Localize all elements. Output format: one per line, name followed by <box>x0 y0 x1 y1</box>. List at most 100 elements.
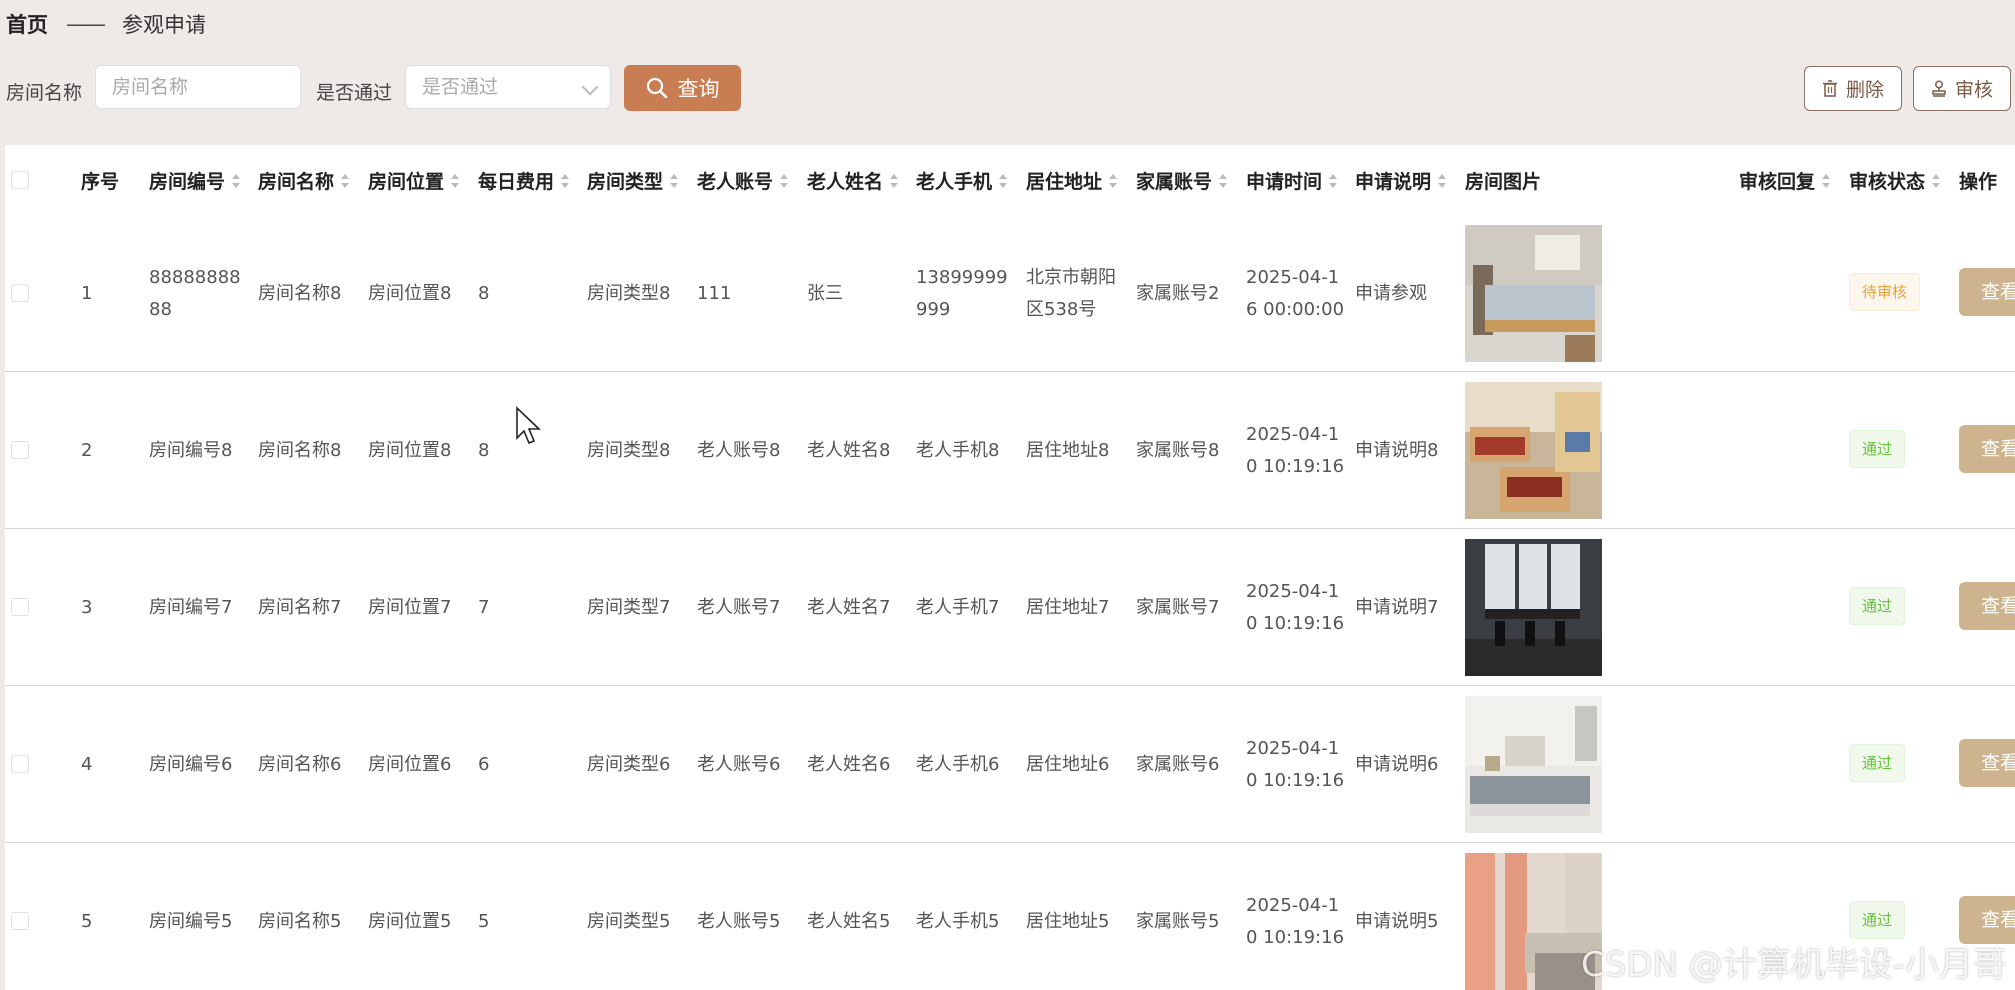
sort-icon[interactable] <box>1218 173 1228 189</box>
row-checkbox[interactable] <box>11 755 29 773</box>
room-image[interactable] <box>1465 382 1602 519</box>
cell-room-name: 房间名称8 <box>258 283 342 304</box>
cell-room-name: 房间名称7 <box>258 597 342 618</box>
header-room-no[interactable]: 房间编号 <box>149 167 241 194</box>
cell-index: 3 <box>81 597 93 618</box>
sort-icon[interactable] <box>231 173 241 189</box>
cell-apply-time: 2025-04-10 10:19:16 <box>1246 424 1345 477</box>
room-name-input[interactable]: 房间名称 <box>95 65 301 109</box>
sort-icon[interactable] <box>779 173 789 189</box>
cell-address: 居住地址7 <box>1026 597 1110 618</box>
header-elder-phone[interactable]: 老人手机 <box>916 167 1008 194</box>
cell-family-account: 家属账号5 <box>1136 911 1220 932</box>
row-checkbox[interactable] <box>11 441 29 459</box>
select-all-checkbox[interactable] <box>11 171 29 189</box>
filter-toolbar: 房间名称 房间名称 是否通过 是否通过 查询 删除 审核 <box>0 62 2015 116</box>
cell-room-name: 房间名称5 <box>258 911 342 932</box>
sort-icon[interactable] <box>1931 173 1941 189</box>
delete-button-label: 删除 <box>1845 79 1884 101</box>
view-button[interactable]: 查看 <box>1959 425 2015 473</box>
breadcrumb: 首页 —— 参观申请 <box>6 8 206 40</box>
cell-elder-account: 老人账号8 <box>697 440 781 461</box>
header-elder-name[interactable]: 老人姓名 <box>807 167 899 194</box>
header-review-reply[interactable]: 审核回复 <box>1739 167 1831 194</box>
cell-elder-name: 张三 <box>807 283 843 304</box>
sort-icon[interactable] <box>560 173 570 189</box>
cell-family-account: 家属账号8 <box>1136 440 1220 461</box>
header-room-type[interactable]: 房间类型 <box>587 167 679 194</box>
status-badge: 待审核 <box>1849 273 1921 311</box>
header-review-status[interactable]: 审核状态 <box>1849 167 1941 194</box>
room-image[interactable] <box>1465 539 1602 676</box>
cell-apply-time: 2025-04-10 10:19:16 <box>1246 895 1345 948</box>
cell-daily-fee: 7 <box>478 597 490 618</box>
status-badge: 通过 <box>1849 430 1906 468</box>
view-button[interactable]: 查看 <box>1959 268 2015 316</box>
header-room-image: 房间图片 <box>1465 171 1542 193</box>
search-button[interactable]: 查询 <box>624 65 741 111</box>
application-table: 序号 房间编号 房间名称 房间位置 每日费用 房间类型 老人账号 老人姓名 老人… <box>5 145 2015 990</box>
cell-daily-fee: 8 <box>478 283 490 304</box>
sort-icon[interactable] <box>450 173 460 189</box>
cell-elder-account: 老人账号6 <box>697 754 781 775</box>
stamp-icon <box>1932 80 1946 97</box>
sort-icon[interactable] <box>1437 173 1447 189</box>
cell-family-account: 家属账号6 <box>1136 754 1220 775</box>
cell-elder-name: 老人姓名8 <box>807 440 891 461</box>
cell-daily-fee: 6 <box>478 754 490 775</box>
header-room-location[interactable]: 房间位置 <box>368 167 460 194</box>
header-address[interactable]: 居住地址 <box>1026 167 1118 194</box>
row-checkbox[interactable] <box>11 284 29 302</box>
row-checkbox[interactable] <box>11 598 29 616</box>
header-index: 序号 <box>81 171 120 193</box>
cell-elder-name: 老人姓名6 <box>807 754 891 775</box>
cell-room-location: 房间位置6 <box>368 754 452 775</box>
header-family-account[interactable]: 家属账号 <box>1136 167 1228 194</box>
cell-elder-phone: 老人手机5 <box>916 911 1000 932</box>
table-row: 4 房间编号6 房间名称6 房间位置6 6 房间类型6 老人账号6 老人姓名6 老人手机6 居住地… <box>5 686 2015 843</box>
header-room-name[interactable]: 房间名称 <box>258 167 350 194</box>
delete-button[interactable]: 删除 <box>1804 66 1902 111</box>
table-row: 2 房间编号8 房间名称8 房间位置8 8 房间类型8 老人账号8 老人姓名8 老人手机8 居住地… <box>5 372 2015 529</box>
sort-icon[interactable] <box>998 173 1008 189</box>
view-button[interactable]: 查看 <box>1959 582 2015 630</box>
cell-index: 4 <box>81 754 93 775</box>
passed-select[interactable]: 是否通过 <box>405 65 611 109</box>
search-button-label: 查询 <box>677 77 720 101</box>
cell-elder-name: 老人姓名5 <box>807 911 891 932</box>
cell-apply-desc: 申请参观 <box>1355 283 1427 304</box>
cell-room-no: 房间编号7 <box>149 597 233 618</box>
cell-room-type: 房间类型5 <box>587 911 671 932</box>
cell-apply-time: 2025-04-16 00:00:00 <box>1246 267 1345 320</box>
status-badge: 通过 <box>1849 901 1906 939</box>
cell-apply-time: 2025-04-10 10:19:16 <box>1246 738 1345 791</box>
header-apply-time[interactable]: 申请时间 <box>1246 167 1338 194</box>
room-image[interactable] <box>1465 696 1602 833</box>
row-checkbox[interactable] <box>11 912 29 930</box>
cell-room-no: 房间编号8 <box>149 440 233 461</box>
header-elder-account[interactable]: 老人账号 <box>697 167 789 194</box>
breadcrumb-home[interactable]: 首页 <box>6 9 48 39</box>
view-button[interactable]: 查看 <box>1959 739 2015 787</box>
sort-icon[interactable] <box>1328 173 1338 189</box>
review-button-label: 审核 <box>1954 79 1993 101</box>
cell-elder-name: 老人姓名7 <box>807 597 891 618</box>
cell-daily-fee: 5 <box>478 911 490 932</box>
cell-room-type: 房间类型6 <box>587 754 671 775</box>
sort-icon[interactable] <box>1821 173 1831 189</box>
passed-select-value: 是否通过 <box>422 76 499 98</box>
review-button[interactable]: 审核 <box>1913 66 2011 111</box>
table-header: 序号 房间编号 房间名称 房间位置 每日费用 房间类型 老人账号 老人姓名 老人… <box>5 145 2015 215</box>
sort-icon[interactable] <box>340 173 350 189</box>
sort-icon[interactable] <box>889 173 899 189</box>
cell-index: 1 <box>81 283 93 304</box>
room-image[interactable] <box>1465 225 1602 362</box>
header-apply-desc[interactable]: 申请说明 <box>1355 167 1447 194</box>
cell-elder-phone: 老人手机6 <box>916 754 1000 775</box>
cell-index: 5 <box>81 911 93 932</box>
cell-room-no: 房间编号6 <box>149 754 233 775</box>
sort-icon[interactable] <box>669 173 679 189</box>
sort-icon[interactable] <box>1108 173 1118 189</box>
header-daily-fee[interactable]: 每日费用 <box>478 167 570 194</box>
cell-apply-desc: 申请说明5 <box>1355 911 1439 932</box>
